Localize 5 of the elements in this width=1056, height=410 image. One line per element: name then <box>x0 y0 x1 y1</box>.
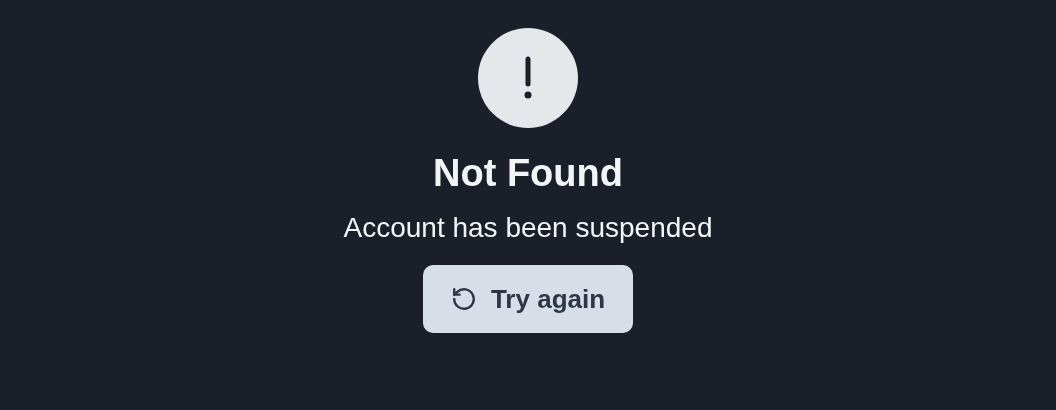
error-title: Not Found <box>433 151 623 196</box>
exclamation-icon <box>478 28 578 128</box>
refresh-icon <box>450 286 477 312</box>
error-message: Account has been suspended <box>343 211 713 245</box>
try-again-button[interactable]: Try again <box>423 265 633 333</box>
